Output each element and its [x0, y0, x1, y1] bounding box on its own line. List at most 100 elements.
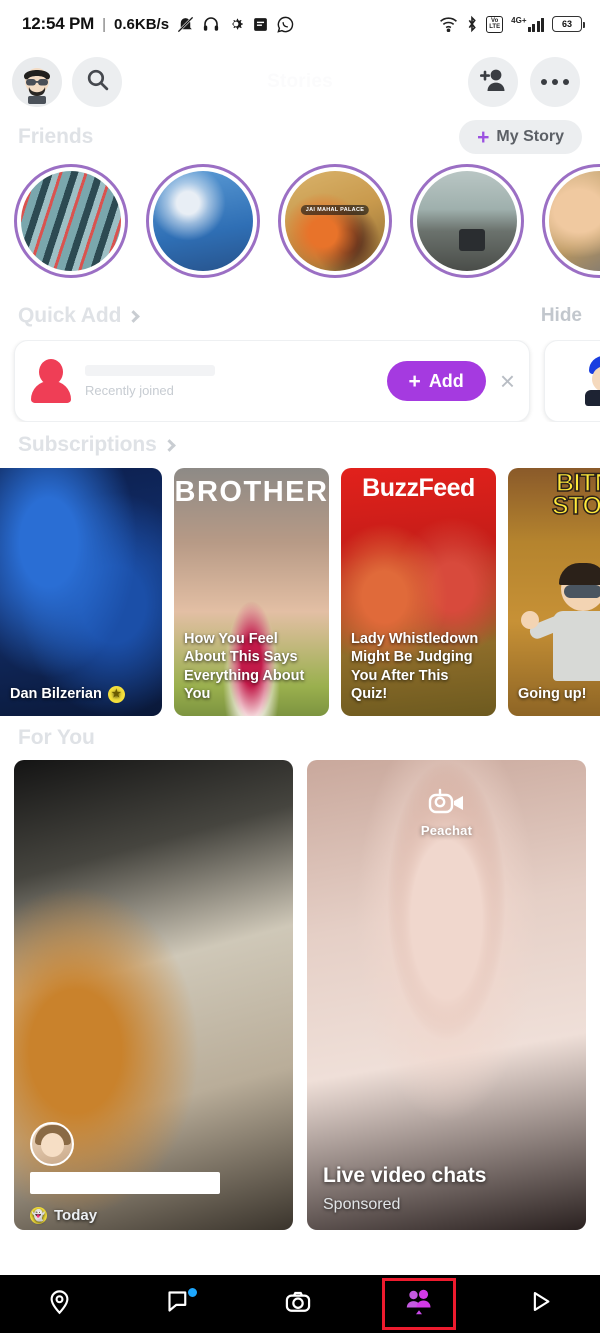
- quick-add-subtitle: Recently joined: [85, 382, 174, 398]
- bitmoji-stories-logo: BITM STOR: [508, 470, 600, 520]
- whatsapp-icon: [276, 15, 295, 34]
- battery-percent: 63: [561, 18, 572, 29]
- story-thumbnail: [21, 171, 121, 271]
- sidebar-item-chat[interactable]: [144, 1281, 214, 1327]
- quick-add-username-redacted: [85, 364, 215, 376]
- story-circle-1[interactable]: [14, 164, 128, 278]
- for-you-section-header: For You: [0, 716, 600, 760]
- subscription-card[interactable]: BuzzFeed Lady Whistledown Might Be Judgi…: [341, 468, 496, 716]
- for-you-timestamp: Today: [54, 1207, 98, 1224]
- chevron-right-icon: [127, 309, 141, 323]
- friends-title-label: Friends: [18, 125, 94, 148]
- battery-icon: 63: [552, 16, 585, 32]
- chat-unread-badge: [186, 1287, 198, 1298]
- sidebar-item-map[interactable]: [25, 1281, 95, 1327]
- peachat-brand: Peachat: [307, 788, 586, 838]
- gear-icon: [227, 15, 245, 33]
- quick-add-title[interactable]: Quick Add: [18, 304, 141, 328]
- status-separator: |: [102, 15, 107, 33]
- subscription-caption: Lady Whistledown Might Be Judging You Af…: [341, 620, 496, 716]
- story-circle-2[interactable]: [146, 164, 260, 278]
- subscription-brand: BuzzFeed: [362, 474, 475, 502]
- friends-title: Friends: [18, 125, 93, 149]
- avatar: [583, 356, 600, 406]
- quick-add-card-right: + Add ×: [386, 361, 515, 401]
- more-options-button[interactable]: [530, 57, 580, 107]
- add-friend-button[interactable]: [468, 57, 518, 107]
- bitmoji-logo-line2: STOR: [551, 492, 600, 520]
- sidebar-item-camera[interactable]: [263, 1281, 333, 1327]
- add-friend-icon: [479, 67, 507, 98]
- for-you-title: For You: [18, 726, 95, 750]
- more-options-icon: [540, 78, 570, 86]
- search-button[interactable]: [72, 57, 122, 107]
- header-left-group: [12, 57, 122, 107]
- subscription-caption: Dan Bilzerian ★: [0, 675, 162, 716]
- mute-bell-icon: [176, 15, 195, 34]
- plus-icon: +: [408, 369, 421, 393]
- ghost-badge-icon: 👻: [30, 1207, 47, 1224]
- sidebar-item-spotlight[interactable]: [505, 1281, 575, 1327]
- sidebar-item-stories[interactable]: [382, 1278, 457, 1330]
- for-you-card-sponsored[interactable]: Peachat Live video chats Sponsored: [307, 760, 586, 1230]
- hide-button[interactable]: Hide: [541, 305, 582, 327]
- subscriptions-row: Dan Bilzerian ★ BROTHER How You Feel Abo…: [0, 468, 600, 716]
- story-thumbnail: [417, 171, 517, 271]
- story-circle-5[interactable]: [542, 164, 600, 278]
- profile-avatar[interactable]: [12, 57, 62, 107]
- bitmoji-character: [521, 563, 600, 687]
- sponsored-label: Sponsored: [323, 1196, 401, 1213]
- verified-badge-icon: ★: [107, 686, 125, 704]
- story-circle-3[interactable]: JAI MAHAL PALACE: [278, 164, 392, 278]
- search-icon: [85, 67, 110, 97]
- friends-group-icon: [404, 1289, 434, 1320]
- add-button[interactable]: + Add: [386, 361, 486, 401]
- for-you-card-story[interactable]: 👻 Today: [14, 760, 293, 1230]
- subscriptions-title-label: Subscriptions: [18, 433, 157, 456]
- header-right-group: [468, 57, 580, 107]
- play-triangle-icon: [527, 1288, 554, 1320]
- dismiss-button[interactable]: ×: [500, 368, 515, 394]
- bluetooth-icon: [466, 15, 478, 33]
- plus-icon: +: [477, 125, 490, 149]
- for-you-meta: 👻 Today: [30, 1207, 97, 1224]
- quick-add-card-next[interactable]: [544, 340, 600, 422]
- avatar: [30, 1122, 74, 1166]
- camera-icon: [284, 1288, 312, 1321]
- subscriptions-title[interactable]: Subscriptions: [18, 433, 176, 457]
- for-you-row: 👻 Today Peachat Live video chats Sponsor…: [0, 760, 600, 1230]
- friends-story-row[interactable]: JAI MAHAL PALACE: [0, 158, 600, 292]
- subscription-caption-text: How You Feel About This Says Everything …: [184, 630, 305, 703]
- quick-add-section-header: Quick Add Hide: [0, 292, 600, 340]
- story-thumbnail: [549, 171, 600, 271]
- status-bar: 12:54 PM | 0.6KB/s Vo LTE 4G+ 63: [0, 0, 600, 48]
- subscription-card[interactable]: BROTHER How You Feel About This Says Eve…: [174, 468, 329, 716]
- peachat-brand-label: Peachat: [420, 823, 473, 838]
- app-header: Stories: [0, 48, 600, 116]
- story-circle-4[interactable]: [410, 164, 524, 278]
- status-data-rate: 0.6KB/s: [114, 15, 170, 33]
- chevron-right-icon: [162, 438, 176, 452]
- status-bar-left: 12:54 PM | 0.6KB/s: [22, 14, 295, 34]
- my-story-label: My Story: [496, 128, 564, 145]
- friends-section-header: Friends + My Story: [0, 116, 600, 158]
- subscription-card[interactable]: BITM STOR Going up!: [508, 468, 600, 716]
- my-story-button[interactable]: + My Story: [459, 120, 582, 154]
- headphones-icon: [202, 15, 220, 33]
- news-icon: [252, 16, 269, 33]
- quick-add-card[interactable]: Recently joined + Add ×: [14, 340, 530, 422]
- volte-icon: Vo LTE: [486, 15, 504, 33]
- location-pin-icon: [46, 1288, 73, 1320]
- status-bar-right: Vo LTE 4G+ 63: [439, 15, 585, 33]
- story-thumbnail: [153, 171, 253, 271]
- quick-add-text: Recently joined: [85, 364, 215, 398]
- quick-add-card-left: Recently joined: [31, 359, 215, 403]
- for-you-title-label: For You: [18, 726, 95, 749]
- subscription-caption: How You Feel About This Says Everything …: [174, 620, 329, 716]
- sponsored-title: Live video chats: [323, 1164, 487, 1187]
- story-location-tag: JAI MAHAL PALACE: [300, 205, 370, 215]
- bottom-navigation: [0, 1275, 600, 1333]
- add-button-label: Add: [428, 370, 464, 391]
- signal-bars: [527, 18, 544, 32]
- subscription-card[interactable]: Dan Bilzerian ★: [0, 468, 162, 716]
